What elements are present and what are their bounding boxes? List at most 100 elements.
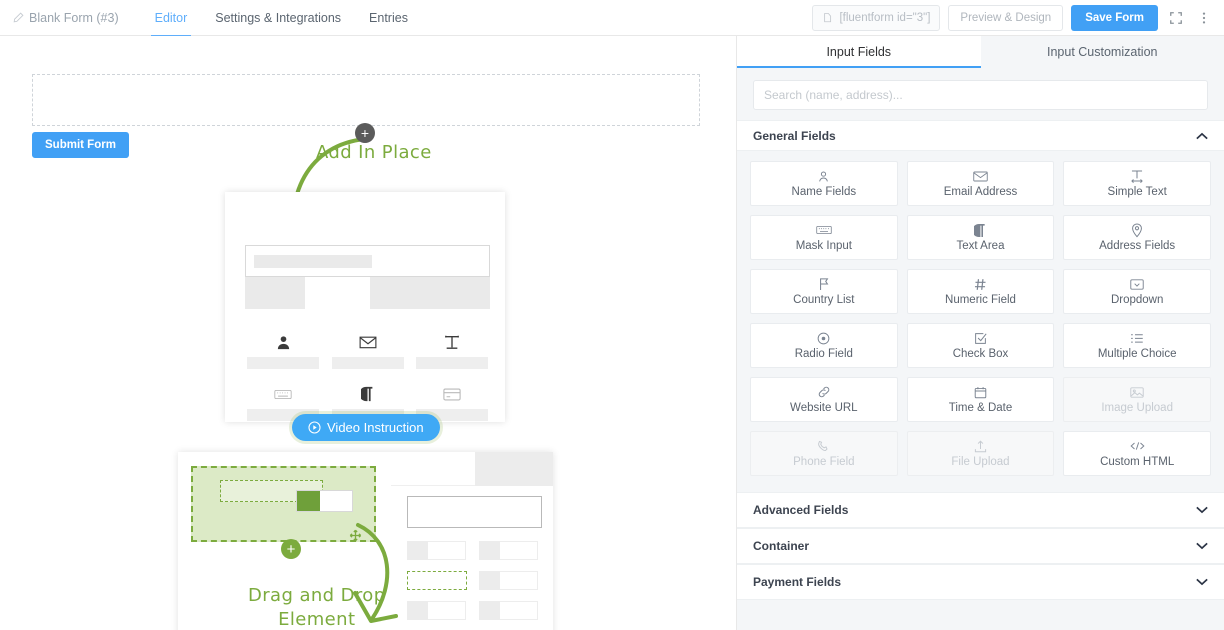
radio-icon xyxy=(817,331,830,345)
video-instruction-label: Video Instruction xyxy=(327,420,424,435)
illustration-cell xyxy=(245,332,321,369)
field-card-address-fields[interactable]: Address Fields xyxy=(1063,215,1211,260)
code-icon xyxy=(1130,439,1145,453)
field-card-label: Check Box xyxy=(952,348,1009,360)
illustration-field-pair xyxy=(479,541,538,560)
illustration-header xyxy=(391,452,553,486)
shortcode-display[interactable]: [fluentform id="3"] xyxy=(812,4,941,31)
field-card-label: Mask Input xyxy=(795,240,852,252)
field-card-numeric-field[interactable]: Numeric Field xyxy=(906,269,1055,314)
tab-settings-integrations[interactable]: Settings & Integrations xyxy=(201,0,355,36)
chevron-up-icon xyxy=(1196,132,1208,140)
field-card-file-upload: File Upload xyxy=(906,431,1055,476)
user-icon xyxy=(276,332,291,352)
collapsed-sections: Advanced Fields Container Payment Fields xyxy=(737,492,1224,600)
field-card-country-list[interactable]: Country List xyxy=(750,269,898,314)
dropdown-icon xyxy=(1130,277,1144,291)
tab-entries[interactable]: Entries xyxy=(355,0,422,36)
chevron-down-icon xyxy=(1196,578,1208,586)
text-icon xyxy=(444,332,460,352)
keyboard-icon xyxy=(274,384,292,404)
field-card-email-address[interactable]: Email Address xyxy=(906,161,1055,206)
field-card-custom-html[interactable]: Custom HTML xyxy=(1063,431,1211,476)
field-card-multiple-choice[interactable]: Multiple Choice xyxy=(1063,323,1211,368)
field-card-label: Custom HTML xyxy=(1100,456,1175,468)
paragraph-icon xyxy=(974,223,986,237)
image-icon xyxy=(1130,385,1144,399)
field-card-time-date[interactable]: Time & Date xyxy=(906,377,1055,422)
play-circle-icon xyxy=(308,421,321,434)
panel-search-wrapper xyxy=(737,68,1224,120)
field-card-text-area[interactable]: Text Area xyxy=(906,215,1055,260)
copy-icon xyxy=(822,12,834,24)
illustration-icon-row-1 xyxy=(245,332,490,369)
accordion-title: Advanced Fields xyxy=(753,503,849,517)
fullscreen-icon[interactable] xyxy=(1166,7,1186,29)
illustration-header-field xyxy=(245,245,490,277)
field-card-label: Numeric Field xyxy=(945,294,1016,306)
chevron-down-icon xyxy=(1196,542,1208,550)
preview-design-button[interactable]: Preview & Design xyxy=(948,4,1064,31)
tab-input-customization[interactable]: Input Customization xyxy=(981,36,1224,68)
map-pin-icon xyxy=(1131,222,1143,237)
accordion-general-fields[interactable]: General Fields xyxy=(737,120,1224,151)
panel-tabs: Input Fields Input Customization xyxy=(737,36,1224,68)
phone-icon xyxy=(817,439,830,453)
accordion-container[interactable]: Container xyxy=(737,528,1224,564)
field-card-label: Text Area xyxy=(956,240,1005,252)
field-card-label: Multiple Choice xyxy=(1097,348,1177,360)
hash-icon xyxy=(974,277,987,291)
field-card-mask-input[interactable]: Mask Input xyxy=(750,215,898,260)
field-card-label: Country List xyxy=(793,294,855,306)
field-card-radio-field[interactable]: Radio Field xyxy=(750,323,898,368)
text-width-icon xyxy=(1130,169,1144,183)
illustration-field-pair xyxy=(479,571,538,590)
empty-dropzone[interactable] xyxy=(32,74,700,126)
field-card-website-url[interactable]: Website URL xyxy=(750,377,898,422)
field-card-dropdown[interactable]: Dropdown xyxy=(1063,269,1211,314)
accordion-payment-fields[interactable]: Payment Fields xyxy=(737,564,1224,600)
field-card-label: File Upload xyxy=(951,456,1010,468)
envelope-icon xyxy=(973,169,988,183)
video-instruction-button[interactable]: Video Instruction xyxy=(292,414,440,441)
shortcode-text: [fluentform id="3"] xyxy=(839,11,931,24)
field-card-name-fields[interactable]: Name Fields xyxy=(750,161,898,206)
save-form-button[interactable]: Save Form xyxy=(1071,4,1158,31)
field-card-label: Name Fields xyxy=(791,186,857,198)
field-card-label: Email Address xyxy=(943,186,1018,198)
submit-form-button[interactable]: Submit Form xyxy=(32,132,129,158)
kebab-menu-icon[interactable] xyxy=(1194,7,1214,29)
pencil-icon xyxy=(12,11,24,24)
illustration-row xyxy=(245,277,490,309)
form-editor-canvas: Submit Form + Add In Place Video Instruc… xyxy=(0,36,737,630)
accordion-advanced-fields[interactable]: Advanced Fields xyxy=(737,492,1224,528)
card-icon xyxy=(443,384,461,404)
illustration-cell xyxy=(330,332,406,369)
field-card-label: Image Upload xyxy=(1101,402,1173,414)
drag-and-drop-label: Drag and Drop Element xyxy=(248,585,386,630)
tab-input-fields[interactable]: Input Fields xyxy=(737,36,981,68)
field-card-label: Dropdown xyxy=(1110,294,1164,306)
field-card-label: Simple Text xyxy=(1107,186,1167,198)
user-icon xyxy=(817,169,830,183)
chevron-down-icon xyxy=(1196,506,1208,514)
general-fields-body: Name Fields Email Address Simple Text Mask … xyxy=(737,151,1224,480)
field-card-label: Website URL xyxy=(790,402,858,414)
illustration-cell xyxy=(414,332,490,369)
fields-panel: Input Fields Input Customization General… xyxy=(737,36,1224,630)
search-input[interactable] xyxy=(753,80,1208,110)
link-icon xyxy=(817,385,831,399)
drag-add-plus-icon[interactable]: + xyxy=(281,539,301,559)
form-preview-illustration xyxy=(225,192,505,422)
field-card-simple-text[interactable]: Simple Text xyxy=(1063,161,1211,206)
add-in-place-label: Add In Place xyxy=(316,142,432,163)
paragraph-icon xyxy=(361,384,374,404)
tab-editor[interactable]: Editor xyxy=(141,0,202,37)
progress-bar-element xyxy=(296,490,353,512)
accordion-title: General Fields xyxy=(753,128,836,143)
illustration-large-input xyxy=(407,496,542,528)
field-card-check-box[interactable]: Check Box xyxy=(906,323,1055,368)
checkbox-icon xyxy=(974,331,987,345)
add-in-place-plus-icon[interactable]: + xyxy=(355,123,375,143)
field-card-image-upload: Image Upload xyxy=(1063,377,1211,422)
